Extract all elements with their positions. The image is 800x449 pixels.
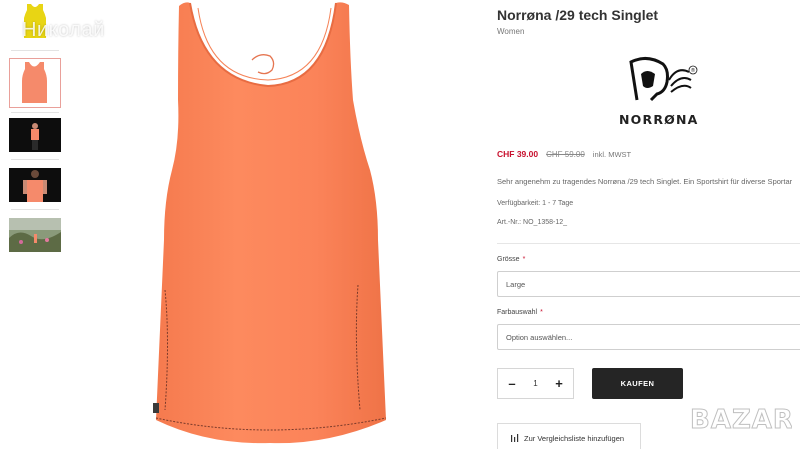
divider <box>497 243 800 244</box>
thumbnail-divider <box>11 159 59 160</box>
user-name-watermark: Николай <box>22 19 105 41</box>
article-number: Art.-Nr.: NO_1358-12_ <box>497 219 568 226</box>
add-to-compare-button[interactable]: Zur Vergleichsliste hinzufügen <box>497 423 641 449</box>
size-label: Grösse * <box>497 256 525 263</box>
thumbnail-model-front[interactable] <box>9 118 61 152</box>
price-old: CHF 59.00 <box>546 150 585 159</box>
main-product-image <box>148 0 418 449</box>
brand-name: NORRØNA <box>619 112 699 127</box>
product-description: Sehr angenehm zu tragendes Norrøna /29 t… <box>497 177 793 186</box>
size-select[interactable]: Large <box>497 271 800 297</box>
required-mark: * <box>522 256 526 263</box>
color-label: Farbauswahl * <box>497 309 543 316</box>
availability: Verfügbarkeit: 1 - 7 Tage <box>497 200 574 207</box>
color-label-text: Farbauswahl <box>497 309 538 316</box>
svg-text:BAZAR: BAZAR <box>690 405 792 435</box>
compare-icon <box>511 433 519 442</box>
thumbnail-outdoor[interactable] <box>9 218 61 252</box>
product-title: Norrøna /29 tech Singlet <box>497 7 659 23</box>
tax-note: inkl. MWST <box>592 150 632 159</box>
thumbnail-divider <box>11 112 59 113</box>
bazar-watermark-logo: BAZAR <box>690 405 793 436</box>
quantity-increase-button[interactable]: + <box>553 376 565 391</box>
svg-text:®: ® <box>691 67 696 74</box>
quantity-decrease-button[interactable]: – <box>506 376 518 391</box>
compare-label: Zur Vergleichsliste hinzufügen <box>524 433 625 443</box>
buy-button[interactable]: KAUFEN <box>592 368 683 399</box>
product-category: Women <box>497 27 525 36</box>
thumbnail-divider <box>11 50 59 51</box>
color-select-placeholder: Option auswählen... <box>506 333 573 342</box>
color-select[interactable]: Option auswählen... <box>497 324 800 350</box>
quantity-value[interactable]: 1 <box>533 379 537 388</box>
thumbnail-divider <box>11 209 59 210</box>
size-label-text: Grösse <box>497 256 520 263</box>
price-current: CHF 39.00 <box>497 149 539 159</box>
price-row: CHF 39.00 CHF 59.00 inkl. MWST <box>497 149 631 159</box>
required-mark: * <box>540 309 543 316</box>
thumbnail-orange-singlet[interactable] <box>9 58 61 108</box>
size-select-value: Large <box>506 280 526 289</box>
quantity-stepper: – 1 + <box>497 368 574 399</box>
thumbnail-model-back[interactable] <box>9 168 61 202</box>
